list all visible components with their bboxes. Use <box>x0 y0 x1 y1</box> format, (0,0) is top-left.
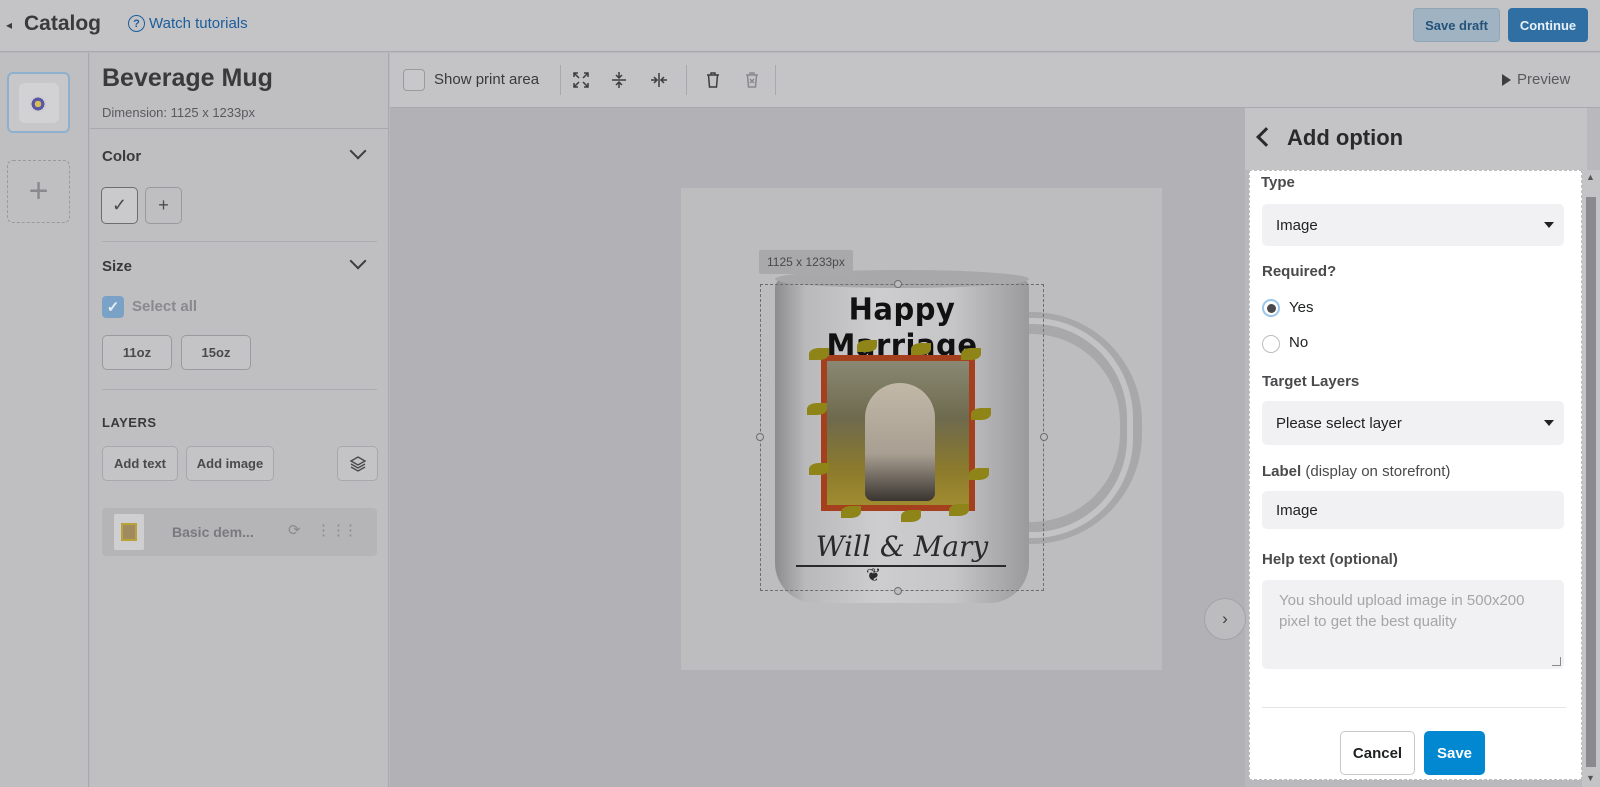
color-section-label: Color <box>102 148 142 165</box>
design-editor-area: Show print area Preview Happy Marriage W… <box>390 53 1600 787</box>
target-layers-label: Target Layers <box>1262 373 1360 390</box>
panel-scrollbar[interactable]: ▲ ▼ <box>1582 170 1600 787</box>
layers-stack-button[interactable] <box>337 446 378 481</box>
fit-expand-icon[interactable] <box>570 69 592 91</box>
collapse-panel-button[interactable]: › <box>1204 598 1246 640</box>
select-all-label: Select all <box>132 298 198 315</box>
save-draft-button[interactable]: Save draft <box>1413 8 1500 42</box>
watch-tutorials-label: Watch tutorials <box>149 15 248 32</box>
size-section-label: Size <box>102 258 133 275</box>
selection-size-tag: 1125 x 1233px <box>759 250 853 274</box>
add-text-button[interactable]: Add text <box>102 446 178 481</box>
caret-down-icon <box>1544 420 1554 426</box>
back-to-catalog-link[interactable]: Catalog <box>24 12 101 36</box>
label-field-hint: (display on storefront) <box>1305 463 1451 480</box>
required-yes-label[interactable]: Yes <box>1289 299 1313 316</box>
add-image-button[interactable]: Add image <box>186 446 274 481</box>
show-print-area-checkbox[interactable] <box>403 69 425 91</box>
product-title: Beverage Mug <box>102 64 273 92</box>
divider <box>102 241 377 242</box>
cancel-button[interactable]: Cancel <box>1340 731 1415 775</box>
add-mockup-button[interactable]: + <box>7 160 70 223</box>
layer-selection-box[interactable] <box>760 284 1044 591</box>
layers-section-label: LAYERS <box>102 415 157 430</box>
check-icon: ✓ <box>106 299 120 316</box>
product-dimension: Dimension: 1125 x 1233px <box>102 105 255 120</box>
required-yes-radio[interactable] <box>1262 299 1280 317</box>
help-text-input[interactable]: You should upload image in 500x200 pixel… <box>1262 580 1564 669</box>
caret-down-icon <box>1544 222 1554 228</box>
more-vertical-icon[interactable]: ⋮ <box>343 521 358 539</box>
required-no-radio[interactable] <box>1262 335 1280 353</box>
preview-button[interactable]: Preview <box>1502 71 1570 88</box>
check-icon: ✓ <box>111 195 128 215</box>
delete-all-icon[interactable] <box>741 69 763 91</box>
drag-handle-icon[interactable]: ⋮⋮ <box>316 521 346 539</box>
layer-item[interactable]: Basic dem... ⟳ ⋮⋮ ⋮ <box>102 508 377 556</box>
add-option-title: Add option <box>1287 125 1404 150</box>
trash-icon[interactable] <box>702 69 724 91</box>
resize-handle[interactable] <box>1040 433 1048 441</box>
divider <box>560 65 561 95</box>
resize-handle[interactable] <box>894 587 902 595</box>
mug-thumbnail-image <box>18 82 59 123</box>
resize-grip-icon[interactable] <box>1552 657 1561 666</box>
layer-thumbnail <box>114 514 144 550</box>
type-select-value: Image <box>1276 216 1318 234</box>
help-circle-icon: ? <box>128 15 145 32</box>
resize-handle[interactable] <box>756 433 764 441</box>
divider <box>686 65 687 95</box>
save-button[interactable]: Save <box>1424 731 1485 775</box>
play-icon <box>1502 73 1511 86</box>
layer-name: Basic dem... <box>172 524 254 540</box>
divider <box>90 128 389 129</box>
editor-toolbar: Show print area Preview <box>390 53 1600 108</box>
target-layers-placeholder: Please select layer <box>1276 414 1402 432</box>
required-label: Required? <box>1262 263 1337 280</box>
product-thumbnail[interactable] <box>7 72 70 133</box>
help-text-label: Help text (optional) <box>1262 551 1398 568</box>
label-field-label: Label (display on storefront) <box>1262 463 1450 480</box>
size-chevron-down-icon[interactable] <box>349 252 367 270</box>
label-input-value: Image <box>1276 501 1318 519</box>
back-arrow-icon[interactable] <box>1256 127 1276 147</box>
color-swatch-selected[interactable]: ✓ <box>101 187 138 224</box>
back-caret-icon[interactable]: ◂ <box>6 18 12 32</box>
watch-tutorials-link[interactable]: ? Watch tutorials <box>128 15 248 32</box>
size-option-15oz[interactable]: 15oz <box>181 335 251 370</box>
chevron-right-icon: › <box>1222 609 1228 628</box>
layers-icon <box>349 455 366 472</box>
sync-icon[interactable]: ⟳ <box>288 521 301 539</box>
align-vertical-center-icon[interactable] <box>608 69 630 91</box>
resize-handle[interactable] <box>894 280 902 288</box>
divider <box>775 65 776 95</box>
plus-icon: + <box>28 172 49 210</box>
label-input[interactable]: Image <box>1262 491 1564 529</box>
add-option-header: Add option <box>1245 108 1587 170</box>
divider <box>102 389 377 390</box>
preview-label: Preview <box>1517 71 1571 88</box>
help-text-placeholder: You should upload image in 500x200 pixel… <box>1279 592 1525 630</box>
type-label: Type <box>1261 174 1295 191</box>
color-chevron-down-icon[interactable] <box>349 142 367 160</box>
plus-icon: + <box>158 195 169 215</box>
add-color-button[interactable]: + <box>145 187 182 224</box>
size-option-11oz[interactable]: 11oz <box>102 335 172 370</box>
mockup-canvas[interactable]: Happy Marriage Will & Mary ❦ 1125 x 1233… <box>681 188 1162 670</box>
select-all-checkbox[interactable]: ✓ <box>102 296 124 318</box>
product-settings-panel: Beverage Mug Dimension: 1125 x 1233px Co… <box>90 53 389 787</box>
scroll-up-icon[interactable]: ▲ <box>1586 172 1595 182</box>
scrollbar-thumb[interactable] <box>1586 197 1596 767</box>
target-layers-select[interactable]: Please select layer <box>1262 401 1564 445</box>
required-no-label[interactable]: No <box>1289 334 1308 351</box>
top-bar: ◂ Catalog ? Watch tutorials Save draft C… <box>0 0 1600 52</box>
align-horizontal-center-icon[interactable] <box>648 69 670 91</box>
continue-button[interactable]: Continue <box>1508 8 1588 42</box>
label-field-title: Label <box>1262 463 1302 480</box>
scroll-down-icon[interactable]: ▼ <box>1586 773 1595 783</box>
show-print-area-label: Show print area <box>434 71 540 88</box>
type-select[interactable]: Image <box>1262 204 1564 246</box>
divider <box>1262 707 1566 708</box>
add-option-form: Type Image Required? Yes No Target Layer… <box>1249 170 1582 780</box>
